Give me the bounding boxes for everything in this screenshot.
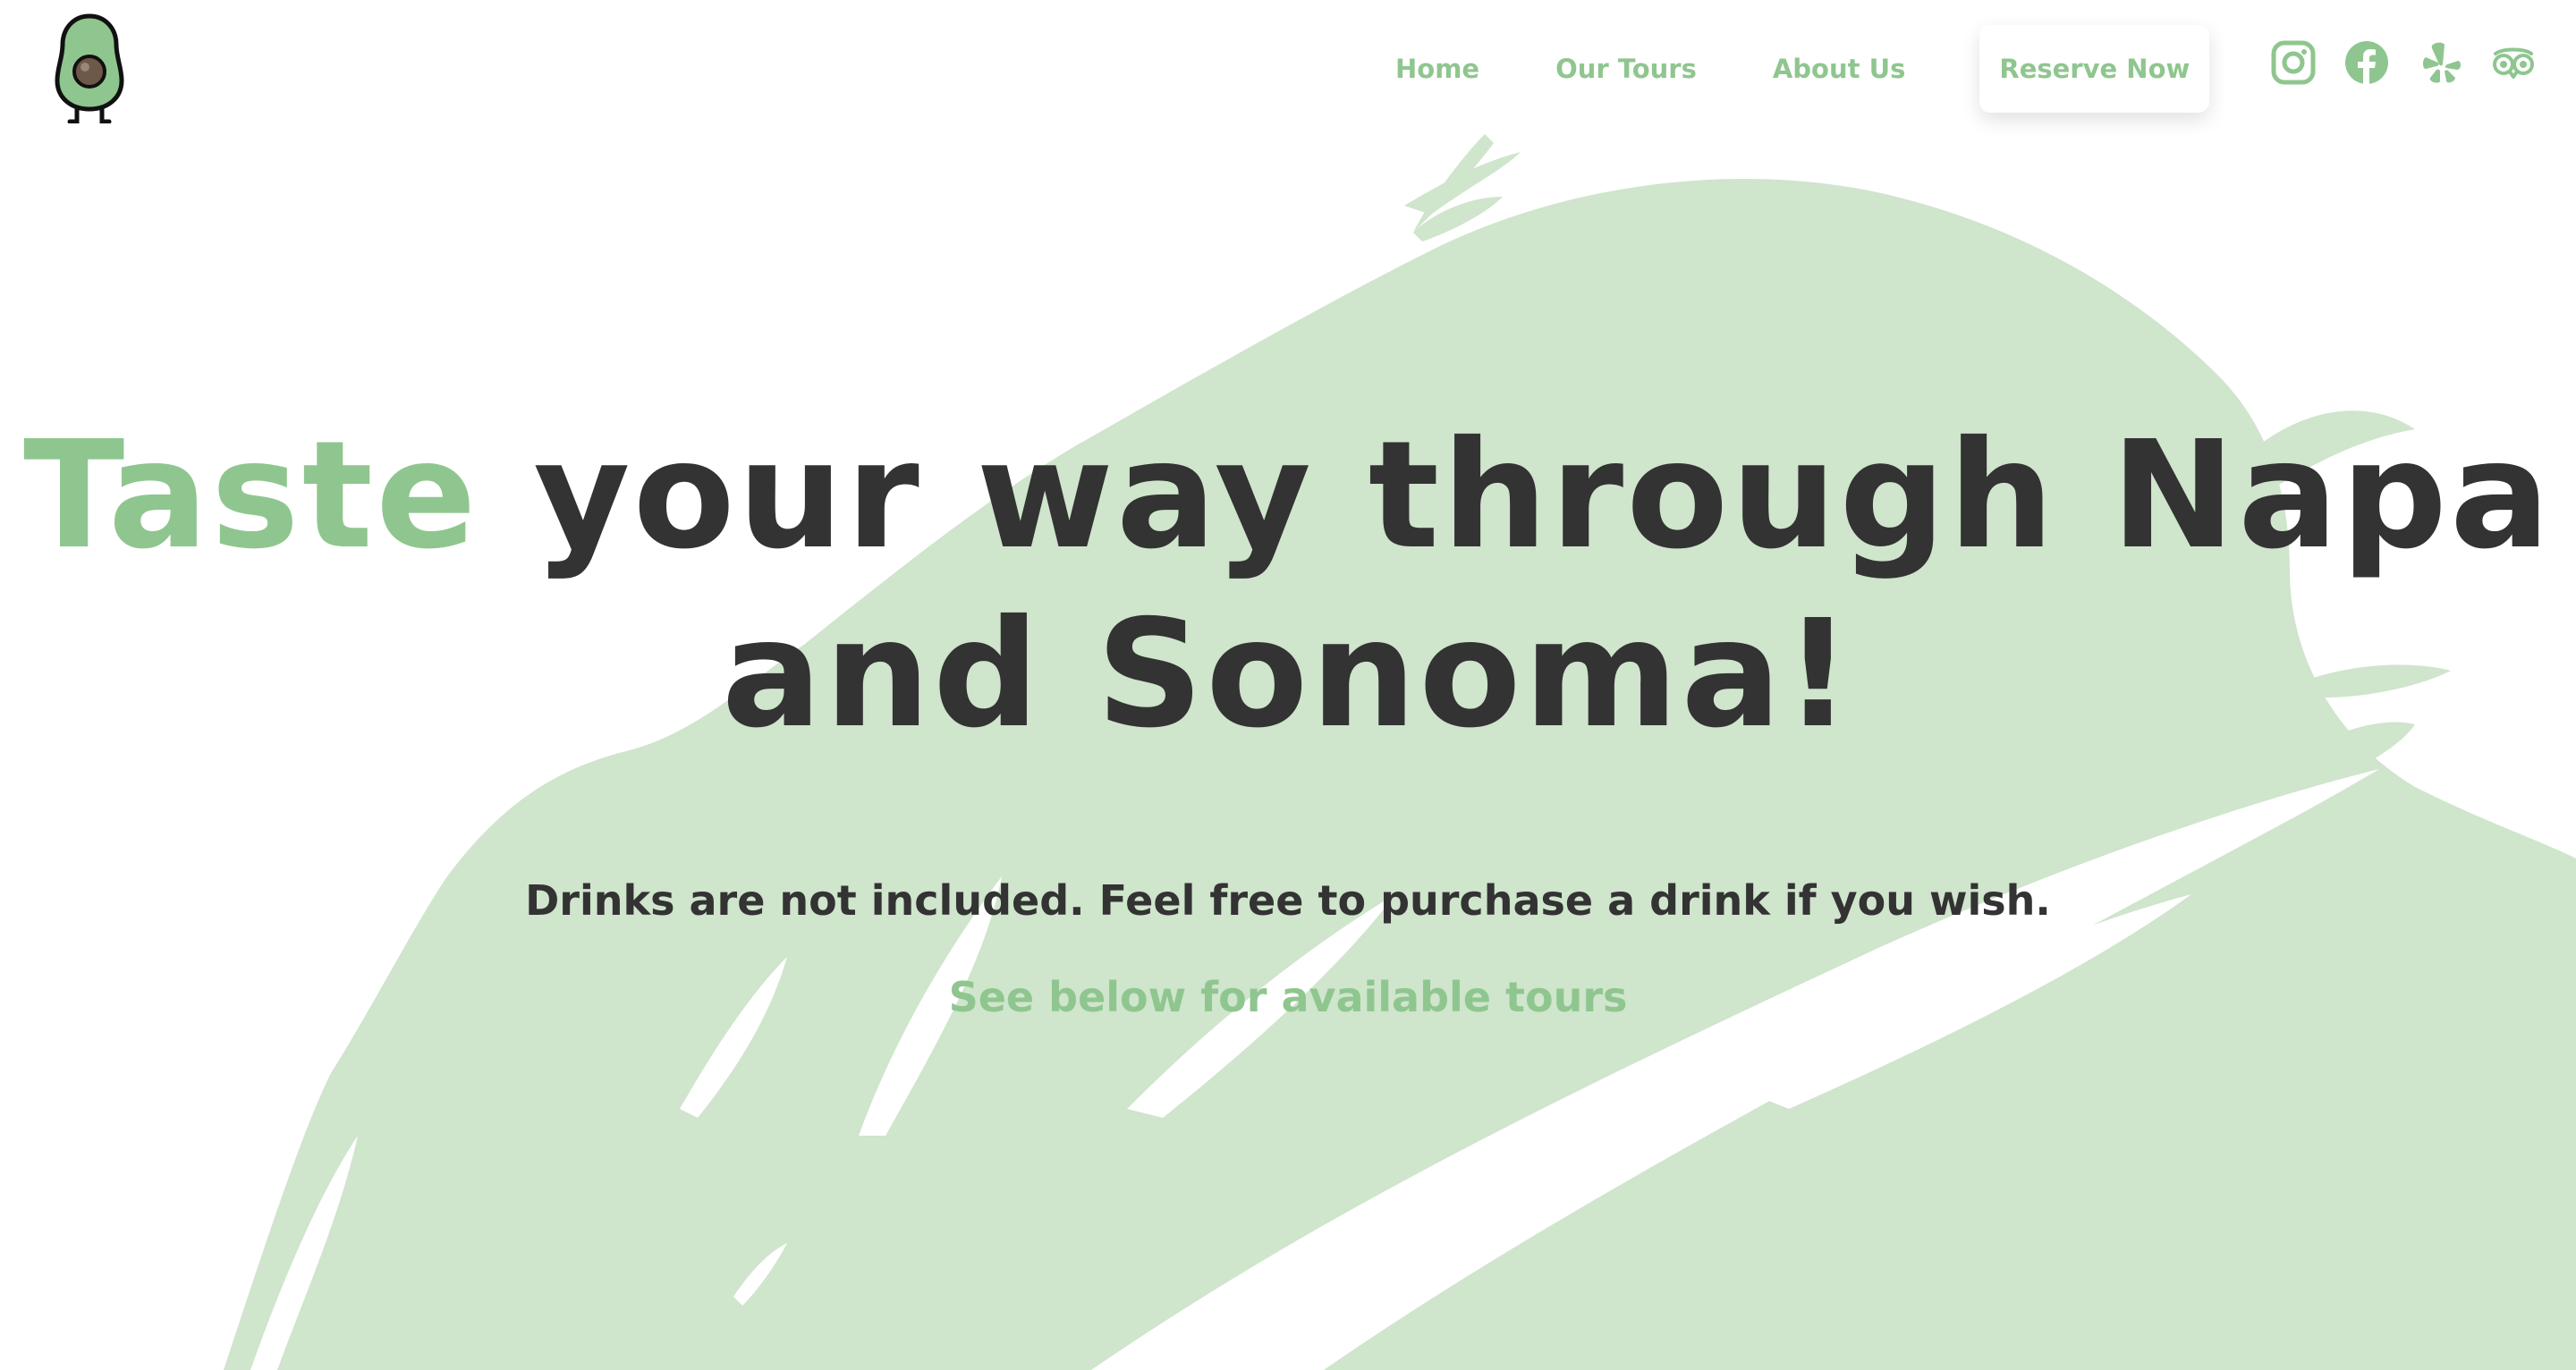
social-links bbox=[2270, 39, 2563, 86]
site-header: Home Our Tours About Us Reserve Now bbox=[0, 0, 2576, 134]
reserve-now-button[interactable]: Reserve Now bbox=[1979, 25, 2210, 113]
hero-section: Taste your way through Napa and Sonoma! D… bbox=[0, 0, 2576, 1370]
facebook-icon[interactable] bbox=[2343, 39, 2390, 86]
avocado-mascot-icon[interactable] bbox=[54, 13, 125, 123]
hero-headline: Taste your way through Napa and Sonoma! bbox=[0, 407, 2576, 765]
hero-subtext: Drinks are not included. Feel free to pu… bbox=[525, 876, 2051, 925]
tripadvisor-icon[interactable] bbox=[2490, 39, 2537, 86]
headline-line1: your way through Napa bbox=[479, 410, 2553, 582]
nav-home[interactable]: Home bbox=[1395, 54, 1479, 84]
yelp-icon[interactable] bbox=[2417, 39, 2463, 86]
instagram-icon[interactable] bbox=[2270, 39, 2317, 86]
see-tours-link[interactable]: See below for available tours bbox=[0, 973, 2576, 1021]
nav-about-us[interactable]: About Us bbox=[1773, 54, 1906, 84]
main-nav: Home Our Tours About Us Reserve Now bbox=[1395, 25, 2210, 113]
headline-line2: and Sonoma! bbox=[721, 588, 1855, 761]
headline-accent-word: Taste bbox=[23, 410, 479, 582]
nav-our-tours[interactable]: Our Tours bbox=[1555, 54, 1697, 84]
